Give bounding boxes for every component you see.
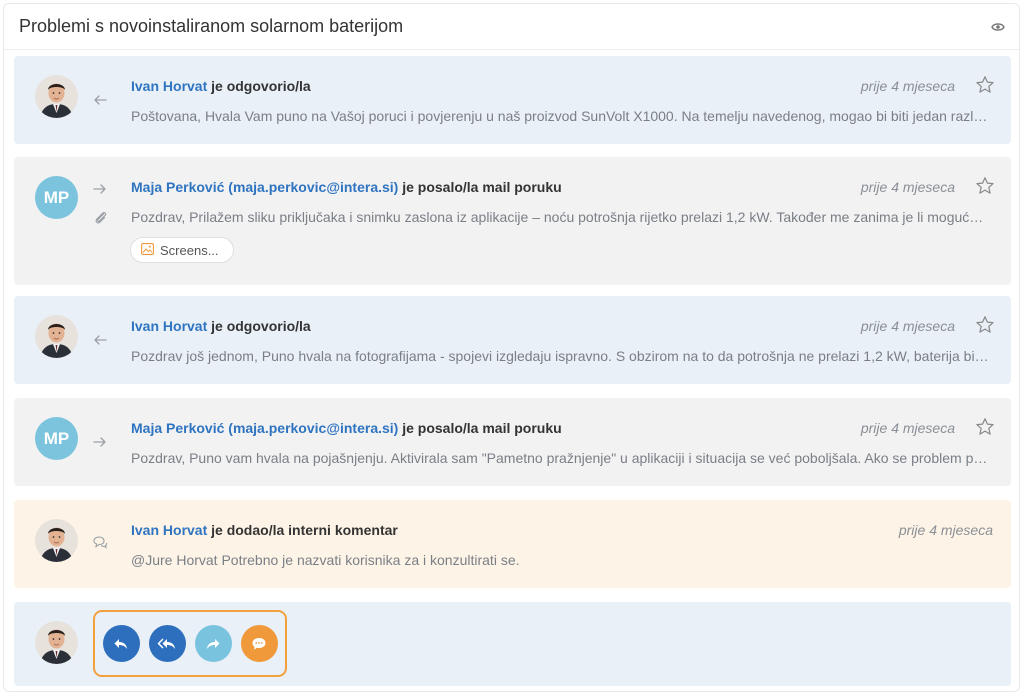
message-preview: Pozdrav još jednom, Puno hvala na fotogr…: [131, 348, 991, 364]
message-action: je posalo/la mail poruku: [398, 420, 562, 436]
paperclip-icon: [92, 209, 108, 225]
ticket-title: Problemi s novoinstaliranom solarnom bat…: [19, 16, 404, 36]
attachment-name: Screens...: [160, 242, 219, 258]
reply-all-button[interactable]: [148, 625, 186, 662]
forward-icon: [207, 638, 220, 649]
star-icon[interactable]: [975, 176, 995, 196]
message-header: Ivan Horvat je dodao/la interni komentar: [131, 522, 398, 538]
attachment-chip[interactable]: Screens...: [130, 237, 234, 263]
reply-icon: [114, 638, 127, 649]
forward-button[interactable]: [194, 625, 232, 662]
message-time: prije 4 mjeseca: [898, 522, 993, 538]
avatar: [35, 75, 78, 118]
author-link[interactable]: Ivan Horvat: [131, 522, 207, 538]
composer-bar: [14, 602, 1011, 686]
star-icon[interactable]: [975, 417, 995, 437]
message-card[interactable]: MP Maja Perković (maja.perkovic@intera.s…: [14, 398, 1011, 486]
avatar: [35, 315, 78, 358]
author-link[interactable]: Maja Perković (maja.perkovic@intera.si): [131, 420, 398, 436]
avatar: MP: [35, 417, 78, 460]
reply-all-icon: [157, 637, 175, 649]
message-header: Ivan Horvat je odgovorio/la: [131, 78, 311, 94]
message-header: Ivan Horvat je odgovorio/la: [131, 318, 311, 334]
message-action: je odgovorio/la: [207, 318, 311, 334]
comment-bubbles-icon: [92, 534, 108, 550]
ticket-thread-panel: Problemi s novoinstaliranom solarnom bat…: [3, 3, 1020, 692]
avatar: [35, 519, 78, 562]
message-time: prije 4 mjeseca: [860, 420, 955, 436]
image-icon: [141, 242, 154, 258]
ticket-header: Problemi s novoinstaliranom solarnom bat…: [4, 4, 1019, 50]
author-link[interactable]: Ivan Horvat: [131, 78, 207, 94]
message-preview: @Jure Horvat Potrebno je nazvati korisni…: [131, 552, 520, 568]
message-action: je odgovorio/la: [207, 78, 311, 94]
reply-arrow-icon: [92, 332, 108, 348]
forward-arrow-icon: [92, 181, 108, 197]
avatar: [35, 621, 78, 664]
author-link[interactable]: Ivan Horvat: [131, 318, 207, 334]
message-action: je posalo/la mail poruku: [398, 179, 562, 195]
message-time: prije 4 mjeseca: [860, 318, 955, 334]
message-card[interactable]: Ivan Horvat je odgovorio/la prije 4 mjes…: [14, 56, 1011, 144]
message-preview: Pozdrav, Puno vam hvala na pojašnjenju. …: [131, 450, 991, 466]
message-header: Maja Perković (maja.perkovic@intera.si) …: [131, 179, 562, 195]
composer-actions-highlight: [93, 610, 287, 677]
eye-icon[interactable]: [989, 18, 1007, 36]
message-time: prije 4 mjeseca: [860, 78, 955, 94]
star-icon[interactable]: [975, 75, 995, 95]
reply-button[interactable]: [102, 625, 140, 662]
forward-arrow-icon: [92, 434, 108, 450]
message-card[interactable]: Ivan Horvat je odgovorio/la prije 4 mjes…: [14, 296, 1011, 384]
message-preview: Poštovana, Hvala Vam puno na Vašoj poruc…: [131, 108, 991, 124]
message-time: prije 4 mjeseca: [860, 179, 955, 195]
message-card[interactable]: MP Maja Perković (maja.perkovic@intera.s…: [14, 157, 1011, 285]
author-link[interactable]: Maja Perković (maja.perkovic@intera.si): [131, 179, 398, 195]
internal-comment-card[interactable]: Ivan Horvat je dodao/la interni komentar…: [14, 500, 1011, 588]
internal-comment-button[interactable]: [240, 625, 278, 662]
avatar: MP: [35, 176, 78, 219]
reply-arrow-icon: [92, 92, 108, 108]
message-action: je dodao/la interni komentar: [207, 522, 398, 538]
message-header: Maja Perković (maja.perkovic@intera.si) …: [131, 420, 562, 436]
message-preview: Pozdrav, Prilažem sliku priključaka i sn…: [131, 209, 991, 225]
comment-icon: [252, 637, 266, 650]
star-icon[interactable]: [975, 315, 995, 335]
